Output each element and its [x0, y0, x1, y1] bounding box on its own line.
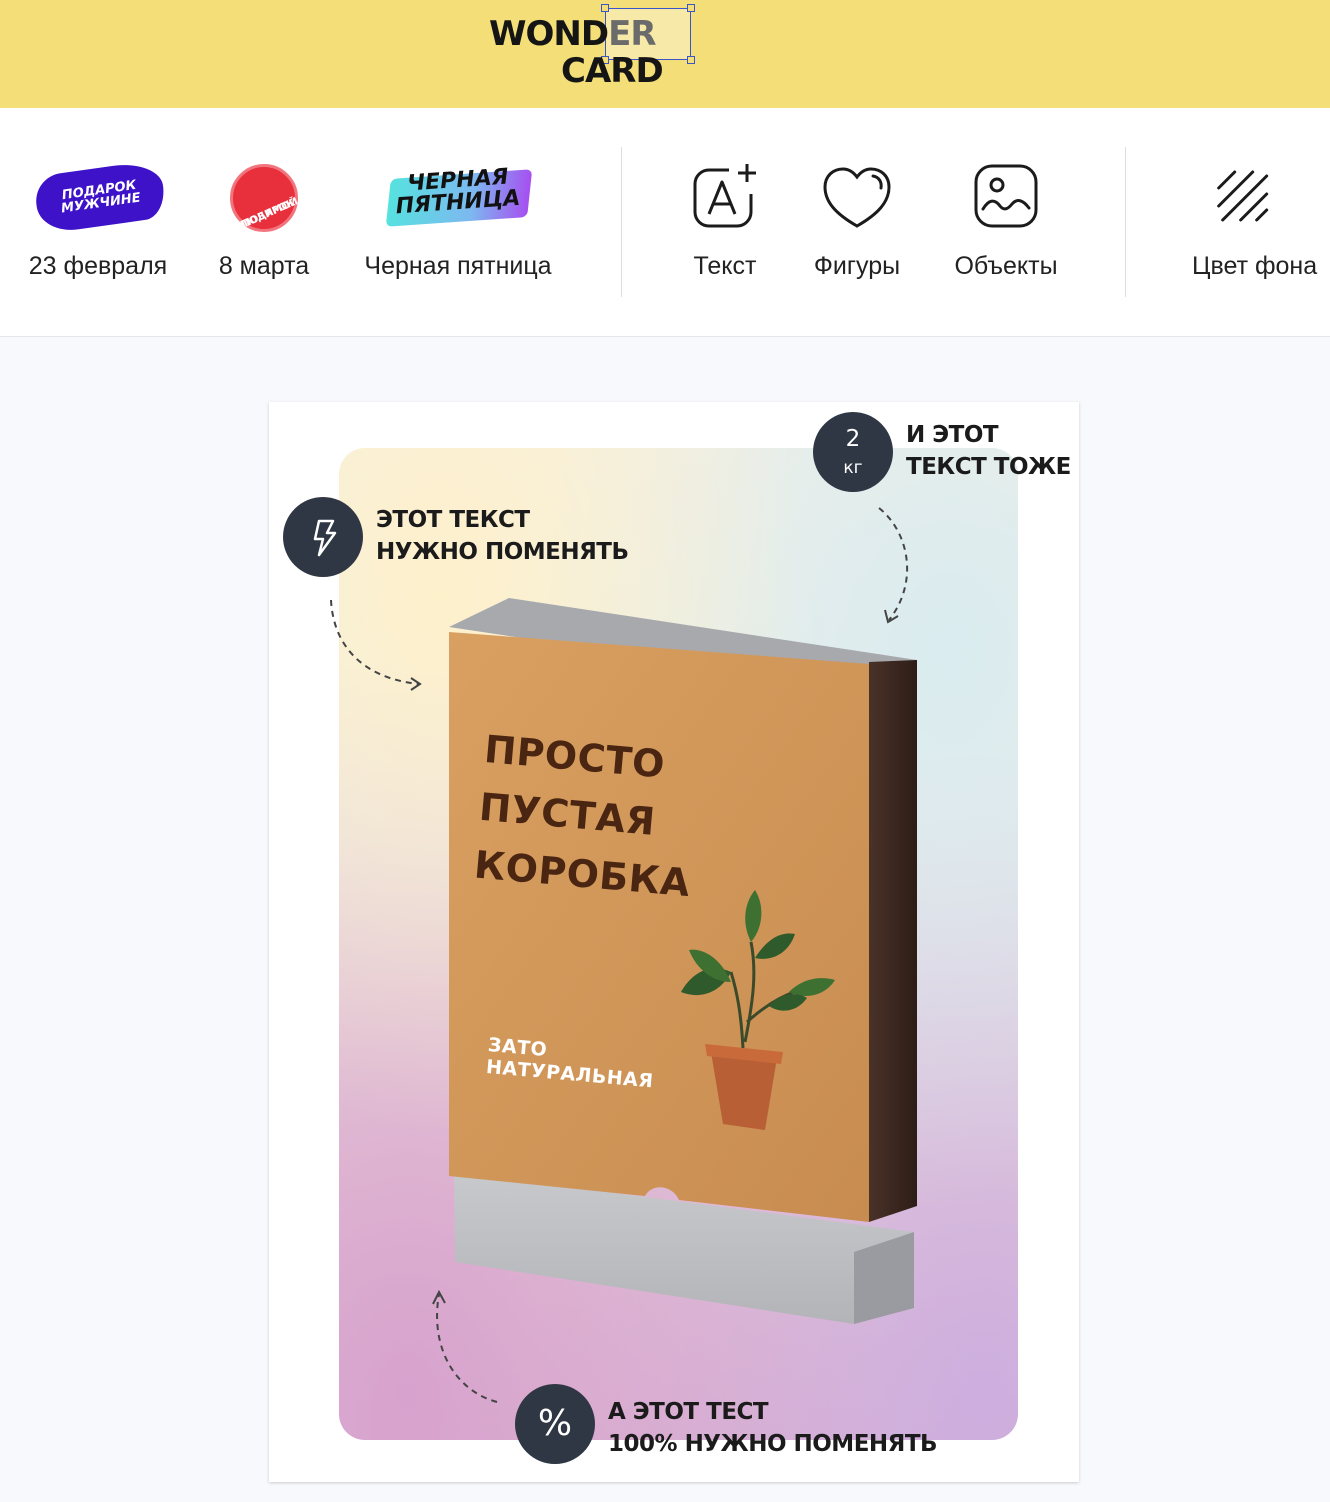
text-tool-button[interactable]: Текст [675, 108, 775, 337]
percent-badge[interactable]: % [515, 1384, 595, 1464]
resize-handle-tl[interactable] [601, 4, 609, 12]
tool-label: Текст [693, 252, 757, 280]
tool-label: Цвет фона [1192, 252, 1318, 280]
template-23-february[interactable]: ПОДАРОК МУЖЧИНЕ 23 февраля [20, 108, 176, 337]
note-bottom[interactable]: А ЭТОТ ТЕСТ 100% НУЖНО ПОМЕНЯТЬ [608, 1396, 938, 1460]
box-title[interactable]: ПРОСТО ПУСТАЯ КОРОБКА [472, 720, 703, 912]
image-object-icon [974, 164, 1038, 228]
design-canvas[interactable]: ПРОСТО ПУСТАЯ КОРОБКА ЗАТО НАТУРАЛЬНАЯ Э… [269, 402, 1079, 1482]
toolbar-divider [1125, 147, 1126, 297]
gift-for-beloved-sticker: ПОДАРОК ЛЮБИМОЙ [230, 164, 300, 232]
lightning-badge[interactable] [283, 497, 363, 577]
black-friday-sticker: ЧЕРНАЯ ПЯТНИЦА [383, 164, 533, 227]
tool-label: Фигуры [813, 252, 901, 280]
template-8-march[interactable]: ПОДАРОК ЛЮБИМОЙ 8 марта [205, 108, 323, 337]
heart-shape-icon [823, 167, 891, 228]
background-color-button[interactable]: Цвет фона [1180, 108, 1330, 337]
gift-for-man-sticker: ПОДАРОК МУЖЧИНЕ [32, 159, 168, 235]
resize-handle-tr[interactable] [687, 4, 695, 12]
template-label: Черная пятница [364, 252, 552, 280]
editor-toolbar: ПОДАРОК МУЖЧИНЕ 23 февраля ПОДАРОК ЛЮБИМО… [0, 108, 1330, 337]
shapes-tool-button[interactable]: Фигуры [802, 108, 912, 337]
weight-badge[interactable]: 2 кг [813, 412, 893, 492]
logo-line-1: WONDER [489, 14, 657, 54]
add-text-icon [693, 164, 756, 228]
logo-line-2: CARD [561, 51, 664, 91]
objects-tool-button[interactable]: Объекты [946, 108, 1066, 337]
note-top-right[interactable]: И ЭТОТ ТЕКСТ ТОЖЕ [906, 419, 1071, 483]
lightning-icon [313, 519, 337, 557]
diagonal-lines-icon [1217, 170, 1269, 222]
template-label: 23 февраля [28, 252, 168, 280]
app-header: WONDER CARD [0, 0, 1330, 108]
note-top-left[interactable]: ЭТОТ ТЕКСТ НУЖНО ПОМЕНЯТЬ [376, 504, 629, 568]
template-label: 8 марта [218, 252, 310, 280]
resize-handle-br[interactable] [687, 56, 695, 64]
template-black-friday[interactable]: ЧЕРНАЯ ПЯТНИЦА Черная пятница [350, 108, 566, 337]
toolbar-divider [621, 147, 622, 297]
wondercard-logo[interactable]: WONDER CARD [489, 4, 699, 94]
tool-label: Объекты [954, 252, 1058, 280]
